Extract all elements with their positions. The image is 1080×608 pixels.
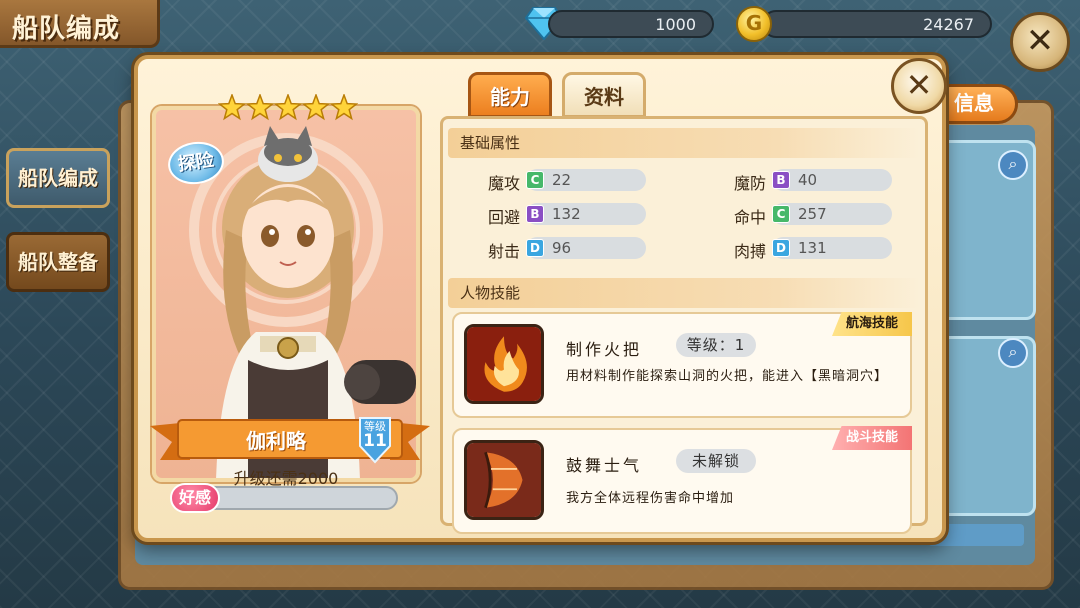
- coin-icon: G: [736, 6, 772, 42]
- grade-icon: D: [772, 239, 790, 257]
- star-icon: [273, 94, 303, 121]
- close-icon[interactable]: ✕: [891, 58, 947, 114]
- tab-profile[interactable]: 资料: [562, 72, 646, 118]
- star-icon: [218, 94, 247, 121]
- skill-level: 未解锁: [676, 449, 756, 473]
- attr-value-accuracy: 257: [798, 205, 827, 223]
- skill-level: 等级：1: [676, 333, 756, 357]
- level-value: 11: [363, 431, 387, 451]
- attr-name-shooting: 射击: [487, 242, 520, 261]
- attr-value-magic-defense: 40: [798, 171, 818, 189]
- gem-counter: 1000: [548, 10, 714, 38]
- attr-name-magic-defense: 魔防: [733, 174, 766, 193]
- attr-value-magic-attack: 22: [552, 171, 572, 189]
- attr-value-evasion: 132: [552, 205, 581, 223]
- torch-icon[interactable]: [464, 324, 544, 404]
- coin-counter: 24267: [762, 10, 992, 38]
- attr-bar-melee: [772, 237, 892, 259]
- search-icon[interactable]: ⌕: [998, 150, 1028, 180]
- skill-type-tag: 战斗技能: [832, 426, 912, 450]
- affinity-badge: 好感: [170, 483, 220, 513]
- attr-bar-magic-attack: [526, 169, 646, 191]
- grade-icon: B: [526, 205, 544, 223]
- character-name: 伽利略: [246, 429, 306, 453]
- grade-icon: C: [772, 205, 790, 223]
- tab-ability[interactable]: 能力: [468, 72, 552, 118]
- attr-name-melee: 肉搏: [733, 242, 766, 261]
- grade-icon: B: [772, 171, 790, 189]
- star-icon: [329, 94, 358, 121]
- search-icon[interactable]: ⌕: [998, 338, 1028, 368]
- attr-bar-magic-defense: [772, 169, 892, 191]
- attr-value-melee: 131: [798, 239, 827, 257]
- skill-name: 鼓舞士气: [566, 456, 643, 475]
- skill-description: 我方全体远程伤害命中增加: [566, 491, 735, 506]
- skill-description: 用材料制作能探索山洞的火把，能进入【黑暗洞穴】: [566, 369, 889, 384]
- coin-value: 24267: [923, 15, 974, 34]
- grade-icon: C: [526, 171, 544, 189]
- base-attributes-header: 基础属性: [448, 128, 920, 158]
- skills-header: 人物技能: [448, 278, 920, 308]
- skill-name: 制作火把: [566, 340, 643, 359]
- page-title: 船队编成: [12, 14, 121, 44]
- sidebar-item-fleet-maintenance[interactable]: 船队整备: [6, 232, 110, 292]
- star-icon: [245, 94, 275, 121]
- attr-bar-accuracy: [772, 203, 892, 225]
- attr-name-evasion: 回避: [487, 208, 520, 227]
- attr-name-magic-attack: 魔攻: [487, 174, 520, 193]
- close-screen-button[interactable]: ✕: [1010, 12, 1070, 72]
- sidebar-item-fleet-formation[interactable]: 船队编成: [6, 148, 110, 208]
- attr-bar-evasion: [526, 203, 646, 225]
- attr-name-accuracy: 命中: [733, 208, 766, 227]
- rarity-stars: [218, 94, 358, 121]
- sail-icon[interactable]: [464, 440, 544, 520]
- gem-value: 1000: [655, 15, 696, 34]
- star-icon: [301, 94, 331, 121]
- grade-icon: D: [526, 239, 544, 257]
- attr-value-shooting: 96: [552, 239, 572, 257]
- skill-type-tag: 航海技能: [832, 312, 912, 336]
- attr-bar-shooting: [526, 237, 646, 259]
